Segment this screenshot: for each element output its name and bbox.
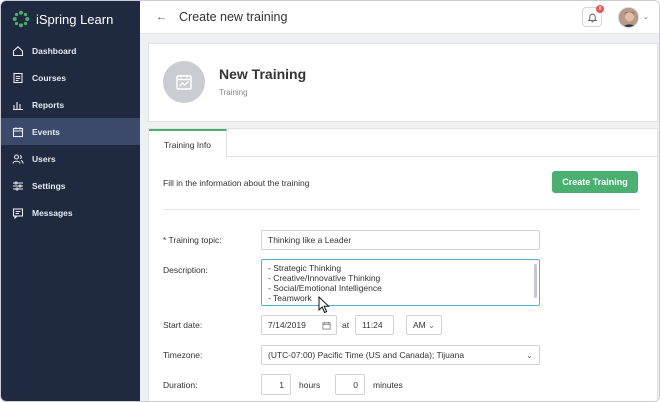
- messages-icon: [12, 207, 24, 219]
- sidebar: iSpring Learn Dashboard Courses Reports …: [1, 1, 140, 401]
- chevron-down-icon: ⌄: [526, 351, 533, 360]
- start-date-label: Start date:: [163, 320, 203, 330]
- ampm-value: AM: [413, 320, 426, 330]
- page-title: Create new training: [179, 10, 288, 24]
- sidebar-item-label: Dashboard: [32, 45, 77, 56]
- sidebar-item-users[interactable]: Users: [1, 145, 140, 172]
- timezone-select[interactable]: (UTC-07:00) Pacific Time (US and Canada)…: [261, 345, 540, 365]
- form-intro-text: Fill in the information about the traini…: [163, 178, 310, 188]
- tab-training-info[interactable]: Training Info: [149, 129, 227, 158]
- sidebar-item-label: Users: [32, 153, 56, 164]
- topbar: ← Create new training 8 ⌄: [140, 1, 659, 34]
- divider: [163, 209, 639, 210]
- sidebar-item-messages[interactable]: Messages: [1, 199, 140, 226]
- training-form-card: Training Info Fill in the information ab…: [148, 128, 658, 401]
- duration-hours-input[interactable]: 1: [261, 374, 291, 395]
- duration-label: Duration:: [163, 380, 198, 390]
- calendar-picker-icon[interactable]: [322, 321, 331, 330]
- sidebar-item-courses[interactable]: Courses: [1, 64, 140, 91]
- start-date-value: 7/14/2019: [268, 320, 306, 330]
- training-calendar-icon: [176, 74, 192, 90]
- training-image: [163, 61, 205, 103]
- timezone-label: Timezone:: [163, 350, 203, 360]
- back-arrow-icon[interactable]: ←: [156, 11, 167, 23]
- bell-icon: [587, 13, 597, 22]
- ampm-select[interactable]: AM ⌄: [406, 315, 442, 335]
- home-icon: [12, 45, 24, 57]
- textarea-scrollbar[interactable]: [534, 264, 537, 298]
- app-window: iSpring Learn Dashboard Courses Reports …: [0, 0, 660, 402]
- calendar-icon: [12, 126, 24, 138]
- start-time-input[interactable]: 11:24: [355, 315, 394, 335]
- sidebar-item-label: Courses: [32, 72, 67, 83]
- sidebar-item-settings[interactable]: Settings: [1, 172, 140, 199]
- avatar-photo: [619, 8, 638, 27]
- sidebar-item-events[interactable]: Events: [1, 118, 140, 145]
- notifications-button[interactable]: 8: [582, 5, 604, 27]
- sidebar-item-label: Settings: [32, 180, 66, 191]
- brand-name: iSpring Learn: [36, 11, 114, 27]
- sidebar-item-label: Reports: [32, 99, 65, 110]
- description-line: - Strategic Thinking: [268, 263, 342, 273]
- training-header-card: New Training Training: [148, 43, 658, 122]
- tab-bar: Training Info: [149, 129, 657, 158]
- training-topic-input[interactable]: Thinking like a Leader: [261, 230, 540, 250]
- chevron-down-icon: ⌄: [428, 321, 435, 330]
- chevron-down-icon[interactable]: ⌄: [643, 13, 649, 21]
- reports-icon: [12, 99, 24, 111]
- courses-icon: [12, 72, 24, 84]
- settings-icon: [12, 180, 24, 192]
- training-title: New Training: [219, 66, 307, 82]
- hours-label: hours: [299, 380, 321, 390]
- at-label: at: [342, 320, 350, 330]
- users-icon: [12, 153, 24, 165]
- description-line: - Teamwork: [268, 293, 312, 303]
- training-topic-label: * Training topic:: [163, 235, 222, 245]
- user-avatar[interactable]: [618, 7, 639, 28]
- main-area: ← Create new training 8 ⌄ New Training T…: [140, 1, 659, 401]
- training-subtitle: Training: [219, 88, 248, 97]
- duration-minutes-input[interactable]: 0: [335, 374, 365, 395]
- description-label: Description:: [163, 265, 208, 275]
- description-line: - Creative/Innovative Thinking: [268, 273, 381, 283]
- sidebar-item-dashboard[interactable]: Dashboard: [1, 37, 140, 64]
- brand[interactable]: iSpring Learn: [1, 1, 140, 37]
- description-line: - Social/Emotional Intelligence: [268, 283, 382, 293]
- sidebar-item-reports[interactable]: Reports: [1, 91, 140, 118]
- ispring-logo-icon: [12, 10, 30, 28]
- sidebar-item-label: Messages: [32, 207, 73, 218]
- create-training-button[interactable]: Create Training: [552, 171, 638, 193]
- minutes-label: minutes: [373, 380, 403, 390]
- start-date-input[interactable]: 7/14/2019: [261, 315, 337, 335]
- sidebar-item-label: Events: [32, 126, 60, 137]
- mouse-pointer-icon: [318, 296, 330, 314]
- sidebar-nav: Dashboard Courses Reports Events Users S…: [1, 37, 140, 226]
- description-textarea[interactable]: - Strategic Thinking - Creative/Innovati…: [261, 259, 540, 306]
- timezone-value: (UTC-07:00) Pacific Time (US and Canada)…: [268, 350, 465, 360]
- notification-count-badge: 8: [596, 5, 604, 13]
